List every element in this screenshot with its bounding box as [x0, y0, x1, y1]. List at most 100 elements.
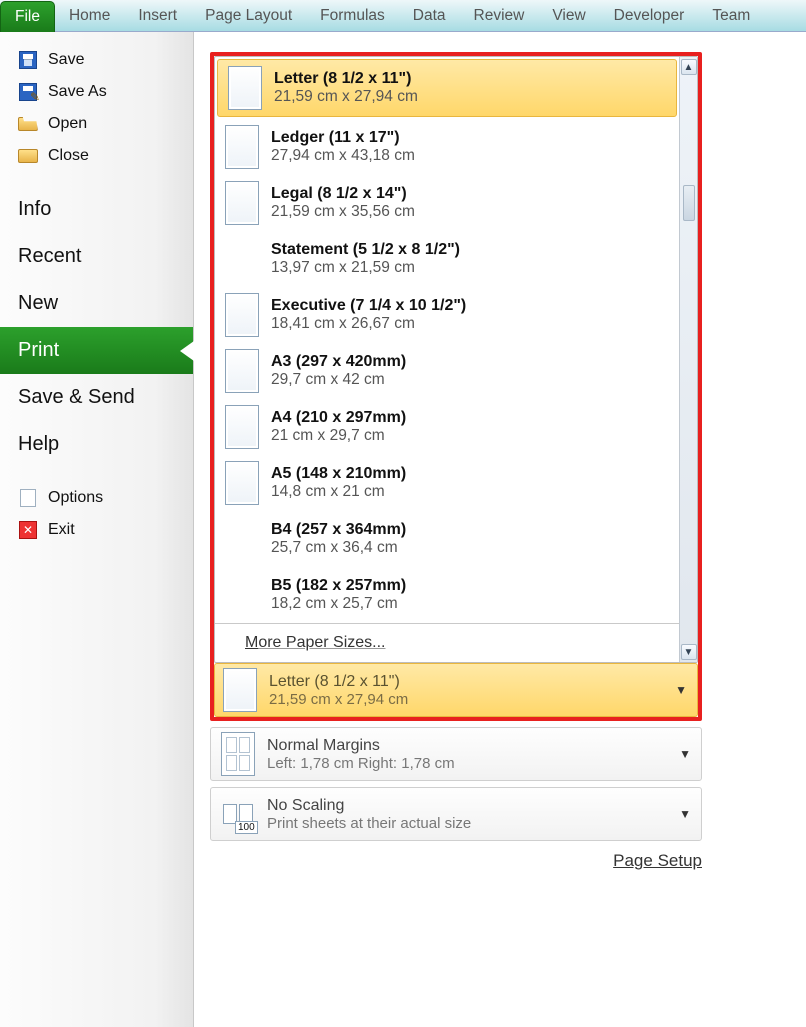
- sidebar-item-info[interactable]: Info: [0, 186, 193, 233]
- scrollbar[interactable]: ▲ ▼: [679, 57, 697, 662]
- sidebar-item-new[interactable]: New: [0, 280, 193, 327]
- sidebar-item-close[interactable]: Close: [0, 140, 193, 172]
- paper-size-option[interactable]: A4 (210 x 297mm)21 cm x 29,7 cm: [215, 399, 679, 455]
- paper-size-option[interactable]: A3 (297 x 420mm)29,7 cm x 42 cm: [215, 343, 679, 399]
- paper-icon: [228, 66, 262, 110]
- paper-size-option[interactable]: B4 (257 x 364mm)25,7 cm x 36,4 cm: [215, 511, 679, 567]
- paper-size-list: Letter (8 1/2 x 11")21,59 cm x 27,94 cmL…: [215, 57, 679, 662]
- scaling-sub: Print sheets at their actual size: [267, 815, 471, 832]
- paper-size-option-title: B4 (257 x 364mm): [271, 521, 406, 539]
- paper-size-option-title: A4 (210 x 297mm): [271, 409, 406, 427]
- paper-icon: [225, 293, 259, 337]
- save-icon: [18, 50, 38, 70]
- paper-size-option-title: Executive (7 1/4 x 10 1/2"): [271, 297, 466, 315]
- sidebar-item-save[interactable]: Save: [0, 44, 193, 76]
- scroll-up-button[interactable]: ▲: [681, 59, 697, 75]
- paper-size-option-title: Legal (8 1/2 x 14"): [271, 185, 415, 203]
- paper-size-option-sub: 18,2 cm x 25,7 cm: [271, 595, 406, 613]
- paper-size-option-sub: 13,97 cm x 21,59 cm: [271, 259, 460, 277]
- paper-icon: [225, 125, 259, 169]
- scaling-title: No Scaling: [267, 797, 471, 815]
- scroll-thumb[interactable]: [683, 185, 695, 221]
- margins-dropdown[interactable]: Normal Margins Left: 1,78 cm Right: 1,78…: [210, 727, 702, 781]
- folder-open-icon: [18, 114, 38, 134]
- highlight-box: Letter (8 1/2 x 11")21,59 cm x 27,94 cmL…: [210, 52, 702, 721]
- ribbon-tab-review[interactable]: Review: [460, 1, 539, 31]
- chevron-down-icon: ▼: [679, 807, 691, 821]
- paper-size-option-title: A3 (297 x 420mm): [271, 353, 406, 371]
- ribbon-tab-page-layout[interactable]: Page Layout: [191, 1, 306, 31]
- paper-size-option[interactable]: Statement (5 1/2 x 8 1/2")13,97 cm x 21,…: [215, 231, 679, 287]
- sidebar-item-label: Close: [48, 147, 89, 165]
- paper-icon: [225, 405, 259, 449]
- ribbon-tab-developer[interactable]: Developer: [600, 1, 699, 31]
- paper-size-option[interactable]: Letter (8 1/2 x 11")21,59 cm x 27,94 cm: [217, 59, 677, 117]
- ribbon-tab-insert[interactable]: Insert: [124, 1, 191, 31]
- margins-sub: Left: 1,78 cm Right: 1,78 cm: [267, 755, 455, 772]
- backstage-sidebar: Save Save As Open Close InfoRecentNewPrintSa…: [0, 32, 194, 1027]
- sidebar-item-label: Open: [48, 115, 87, 133]
- paper-icon: [225, 517, 259, 561]
- sidebar-item-recent[interactable]: Recent: [0, 233, 193, 280]
- paper-size-option-title: Ledger (11 x 17"): [271, 129, 415, 147]
- paper-size-option-sub: 14,8 cm x 21 cm: [271, 483, 406, 501]
- ribbon-tab-file[interactable]: File: [0, 1, 55, 32]
- document-icon: [18, 488, 38, 508]
- sidebar-item-print[interactable]: Print: [0, 327, 193, 374]
- sidebar-item-label: Save As: [48, 83, 107, 101]
- sidebar-item-label: Options: [48, 489, 103, 507]
- sidebar-item-label: Exit: [48, 521, 75, 539]
- paper-size-title: Letter (8 1/2 x 11"): [269, 673, 408, 691]
- paper-size-option-sub: 27,94 cm x 43,18 cm: [271, 147, 415, 165]
- margins-icon: [219, 732, 257, 776]
- paper-size-option-sub: 25,7 cm x 36,4 cm: [271, 539, 406, 557]
- app-body: Save Save As Open Close InfoRecentNewPrintSa…: [0, 32, 806, 1027]
- sidebar-item-help[interactable]: Help: [0, 421, 193, 468]
- paper-size-option[interactable]: Legal (8 1/2 x 14")21,59 cm x 35,56 cm: [215, 175, 679, 231]
- paper-size-option[interactable]: A5 (148 x 210mm)14,8 cm x 21 cm: [215, 455, 679, 511]
- sidebar-item-label: Save: [48, 51, 84, 69]
- scroll-down-button[interactable]: ▼: [681, 644, 697, 660]
- sidebar-item-open[interactable]: Open: [0, 108, 193, 140]
- ribbon-tab-data[interactable]: Data: [399, 1, 460, 31]
- ribbon-tab-formulas[interactable]: Formulas: [306, 1, 399, 31]
- ribbon: FileHomeInsertPage LayoutFormulasDataRev…: [0, 0, 806, 32]
- paper-size-option-title: B5 (182 x 257mm): [271, 577, 406, 595]
- paper-size-dropdown-popup: Letter (8 1/2 x 11")21,59 cm x 27,94 cmL…: [214, 56, 698, 663]
- backstage-main: Letter (8 1/2 x 11")21,59 cm x 27,94 cmL…: [194, 32, 806, 1027]
- paper-size-option-title: Statement (5 1/2 x 8 1/2"): [271, 241, 460, 259]
- paper-size-option-sub: 18,41 cm x 26,67 cm: [271, 315, 466, 333]
- paper-size-dropdown[interactable]: Letter (8 1/2 x 11") 21,59 cm x 27,94 cm…: [214, 663, 698, 717]
- paper-size-option-sub: 21,59 cm x 27,94 cm: [274, 88, 418, 106]
- paper-size-option-sub: 21 cm x 29,7 cm: [271, 427, 406, 445]
- paper-size-option[interactable]: Executive (7 1/4 x 10 1/2")18,41 cm x 26…: [215, 287, 679, 343]
- exit-icon: ✕: [18, 520, 38, 540]
- scaling-dropdown[interactable]: No Scaling Print sheets at their actual …: [210, 787, 702, 841]
- ribbon-tab-home[interactable]: Home: [55, 1, 124, 31]
- paper-icon: [225, 181, 259, 225]
- margins-title: Normal Margins: [267, 737, 455, 755]
- sidebar-item-options[interactable]: Options: [0, 482, 193, 514]
- sidebar-item-save-send[interactable]: Save & Send: [0, 374, 193, 421]
- paper-size-option[interactable]: Ledger (11 x 17")27,94 cm x 43,18 cm: [215, 119, 679, 175]
- sidebar-item-exit[interactable]: ✕ Exit: [0, 514, 193, 546]
- paper-size-option[interactable]: B5 (182 x 257mm)18,2 cm x 25,7 cm: [215, 567, 679, 623]
- ribbon-tab-team[interactable]: Team: [698, 1, 764, 31]
- paper-size-option-title: Letter (8 1/2 x 11"): [274, 70, 418, 88]
- paper-icon: [225, 349, 259, 393]
- paper-icon: [225, 237, 259, 281]
- paper-icon: [225, 573, 259, 617]
- save-as-icon: [18, 82, 38, 102]
- paper-icon: [225, 461, 259, 505]
- folder-icon: [18, 146, 38, 166]
- paper-size-option-title: A5 (148 x 210mm): [271, 465, 406, 483]
- more-paper-sizes[interactable]: More Paper Sizes...: [215, 623, 679, 662]
- page-setup-link[interactable]: Page Setup: [210, 841, 702, 871]
- ribbon-tab-view[interactable]: View: [538, 1, 599, 31]
- sidebar-item-save-as[interactable]: Save As: [0, 76, 193, 108]
- chevron-down-icon: ▼: [675, 683, 687, 697]
- paper-icon: [223, 668, 257, 712]
- scaling-badge: 100: [235, 821, 258, 834]
- paper-size-sub: 21,59 cm x 27,94 cm: [269, 691, 408, 708]
- chevron-down-icon: ▼: [679, 747, 691, 761]
